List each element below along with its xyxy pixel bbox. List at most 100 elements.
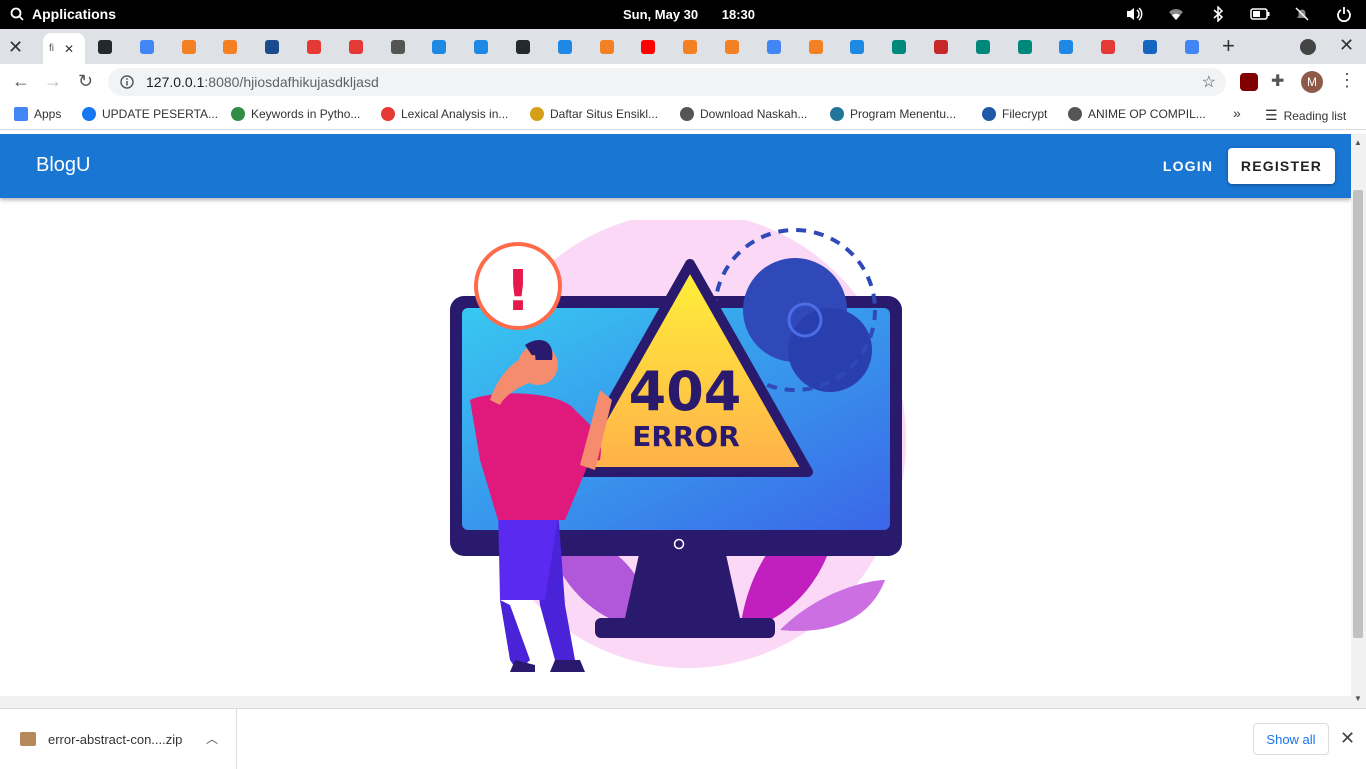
archive-file-icon bbox=[20, 732, 36, 746]
apps-grid-icon bbox=[14, 107, 28, 121]
wifi-icon[interactable] bbox=[1166, 5, 1186, 23]
tab-item[interactable] bbox=[301, 35, 339, 59]
tab-item[interactable] bbox=[259, 35, 297, 59]
bookmark-item[interactable]: Apps bbox=[14, 107, 61, 121]
scrollbar-thumb[interactable] bbox=[1353, 190, 1363, 638]
tab-item[interactable] bbox=[468, 35, 506, 59]
bookmarks-overflow-icon[interactable]: » bbox=[1233, 105, 1241, 121]
bookmark-item[interactable]: UPDATE PESERTA... bbox=[82, 107, 218, 121]
applications-menu[interactable]: Applications bbox=[10, 6, 116, 22]
tab-favicon-icon bbox=[808, 40, 823, 54]
bluetooth-icon[interactable] bbox=[1208, 5, 1228, 23]
bookmark-label: Keywords in Pytho... bbox=[251, 107, 361, 121]
tab-strip: ✕ fi ✕ + ✕ bbox=[0, 29, 1366, 64]
reload-button[interactable]: ↻ bbox=[78, 71, 93, 92]
tab-favicon-icon bbox=[892, 40, 907, 54]
chrome-menu-icon[interactable]: ⋮ bbox=[1338, 70, 1356, 91]
tab-item[interactable] bbox=[176, 35, 214, 59]
url-host: 127.0.0.1 bbox=[146, 74, 205, 90]
tab-item[interactable] bbox=[92, 35, 130, 59]
chevron-up-icon[interactable]: ︿ bbox=[206, 730, 218, 747]
tab-item[interactable] bbox=[1053, 35, 1091, 59]
battery-icon[interactable] bbox=[1250, 5, 1270, 23]
scroll-up-arrow-icon[interactable]: ▲ bbox=[1354, 138, 1362, 147]
ublock-extension-icon[interactable] bbox=[1240, 73, 1258, 91]
tab-item[interactable] bbox=[1012, 35, 1050, 59]
tab-item[interactable] bbox=[134, 35, 172, 59]
reading-list-button[interactable]: ☰ Reading list bbox=[1265, 107, 1346, 124]
tab-item[interactable] bbox=[1137, 35, 1175, 59]
bookmark-item[interactable]: Keywords in Pytho... bbox=[231, 107, 360, 121]
bookmark-favicon-icon bbox=[982, 107, 996, 121]
back-button[interactable]: ← bbox=[12, 71, 30, 92]
date-label: Sun, May 30 bbox=[623, 7, 699, 22]
download-item[interactable]: error-abstract-con....zip bbox=[0, 709, 237, 769]
tab-item[interactable] bbox=[343, 35, 381, 59]
vertical-scrollbar[interactable]: ▲ ▼ bbox=[1351, 134, 1366, 708]
tab-item[interactable] bbox=[1179, 35, 1217, 59]
error-code-text: 404 bbox=[629, 360, 742, 423]
forward-button[interactable]: → bbox=[44, 71, 62, 92]
bookmark-item[interactable]: Program Menentu... bbox=[830, 107, 956, 121]
tab-item[interactable] bbox=[635, 35, 673, 59]
bookmark-favicon-icon bbox=[680, 107, 694, 121]
bookmark-star-icon[interactable]: ☆ bbox=[1202, 72, 1216, 92]
address-toolbar: ← → ↻ 127.0.0.1:8080/hjiosdafhikujasdklj… bbox=[0, 64, 1366, 100]
tab-item[interactable] bbox=[761, 35, 799, 59]
tab-item[interactable] bbox=[970, 35, 1008, 59]
bookmark-item[interactable]: Daftar Situs Ensikl... bbox=[530, 107, 658, 121]
site-info-icon[interactable] bbox=[120, 75, 134, 89]
downloads-shelf: error-abstract-con....zip ︿ Show all ✕ bbox=[0, 708, 1366, 769]
clock[interactable]: Sun, May 30 18:30 bbox=[623, 7, 775, 22]
tab-item[interactable] bbox=[803, 35, 841, 59]
tab-item[interactable] bbox=[844, 35, 882, 59]
bookmark-item[interactable]: Download Naskah... bbox=[680, 107, 807, 121]
login-button[interactable]: LOGIN bbox=[1154, 148, 1222, 184]
tab-favicon-icon bbox=[557, 40, 572, 54]
scroll-down-arrow-icon[interactable]: ▼ bbox=[1354, 694, 1362, 703]
notifications-off-icon[interactable] bbox=[1292, 5, 1312, 23]
tab-favicon-icon bbox=[599, 40, 614, 54]
url-bar[interactable]: 127.0.0.1:8080/hjiosdafhikujasdkljasd ☆ bbox=[108, 68, 1226, 96]
bookmark-favicon-icon bbox=[231, 107, 245, 121]
extensions-puzzle-icon[interactable]: ✚ bbox=[1271, 71, 1289, 90]
bookmark-label: Daftar Situs Ensikl... bbox=[550, 107, 659, 121]
tab-item[interactable] bbox=[217, 35, 255, 59]
volume-icon[interactable] bbox=[1124, 5, 1144, 23]
tab-item[interactable] bbox=[510, 35, 548, 59]
power-icon[interactable] bbox=[1334, 5, 1354, 23]
tab-item[interactable] bbox=[677, 35, 715, 59]
tab-favicon-icon bbox=[265, 40, 280, 54]
tab-search-icon[interactable] bbox=[1300, 39, 1316, 55]
close-downloads-icon[interactable]: ✕ bbox=[1340, 728, 1355, 749]
new-tab-button[interactable]: + bbox=[1222, 33, 1235, 59]
bookmark-label: UPDATE PESERTA... bbox=[102, 107, 219, 121]
window-close-icon[interactable]: ✕ bbox=[1339, 35, 1354, 56]
tab-favicon-icon bbox=[850, 40, 865, 54]
show-all-button[interactable]: Show all bbox=[1253, 723, 1329, 755]
tab-item[interactable] bbox=[1095, 35, 1133, 59]
page-viewport: BlogU LOGIN REGISTER 404 ERROR ! bbox=[0, 134, 1351, 696]
close-icon[interactable]: ✕ bbox=[8, 37, 23, 58]
profile-avatar[interactable]: M bbox=[1301, 71, 1323, 93]
tab-item[interactable] bbox=[928, 35, 966, 59]
tab-favicon-icon bbox=[1101, 40, 1116, 54]
monitor-stand bbox=[625, 550, 740, 618]
tab-item[interactable] bbox=[552, 35, 590, 59]
bookmark-item[interactable]: ANIME OP COMPIL... bbox=[1068, 107, 1206, 121]
brand-title[interactable]: BlogU bbox=[36, 154, 90, 177]
tab-item[interactable] bbox=[719, 35, 757, 59]
register-button[interactable]: REGISTER bbox=[1228, 148, 1335, 184]
tab-item[interactable] bbox=[426, 35, 464, 59]
bookmark-item[interactable]: Filecrypt bbox=[982, 107, 1047, 121]
tab-active[interactable]: fi ✕ bbox=[43, 33, 85, 64]
tab-close-icon[interactable]: ✕ bbox=[64, 42, 74, 56]
reading-list-label: Reading list bbox=[1283, 108, 1347, 123]
reading-list-icon: ☰ bbox=[1265, 107, 1278, 123]
tab-item[interactable] bbox=[594, 35, 632, 59]
bookmark-item[interactable]: Lexical Analysis in... bbox=[381, 107, 508, 121]
error-word-text: ERROR bbox=[632, 420, 740, 453]
tab-item[interactable] bbox=[385, 35, 423, 59]
bookmark-label: ANIME OP COMPIL... bbox=[1088, 107, 1206, 121]
tab-item[interactable] bbox=[886, 35, 924, 59]
